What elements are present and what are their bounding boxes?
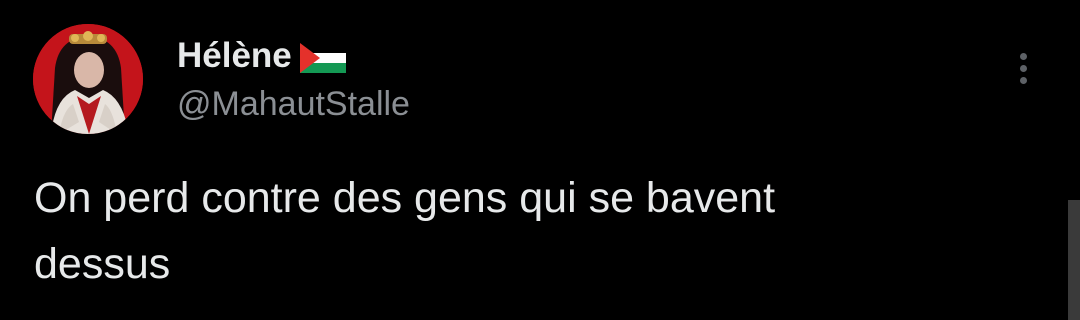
more-options-button[interactable] bbox=[1006, 46, 1040, 90]
more-vertical-icon-dot bbox=[1019, 64, 1027, 72]
scrollbar[interactable] bbox=[1068, 200, 1080, 320]
user-handle[interactable]: @MahautStalle bbox=[177, 84, 410, 124]
tweet-text: On perd contre des gens qui se bavent de… bbox=[34, 174, 776, 288]
display-name-text: Hélène bbox=[177, 36, 292, 75]
more-vertical-icon-dot bbox=[1019, 76, 1027, 84]
avatar[interactable] bbox=[33, 24, 143, 134]
more-vertical-icon bbox=[1019, 52, 1027, 60]
avatar-image bbox=[33, 24, 143, 134]
palestine-flag-icon bbox=[299, 42, 346, 73]
display-name[interactable]: Hélène bbox=[177, 36, 346, 76]
tweet-card[interactable]: Hélène @MahautStalle On perd contre des … bbox=[0, 0, 1080, 320]
